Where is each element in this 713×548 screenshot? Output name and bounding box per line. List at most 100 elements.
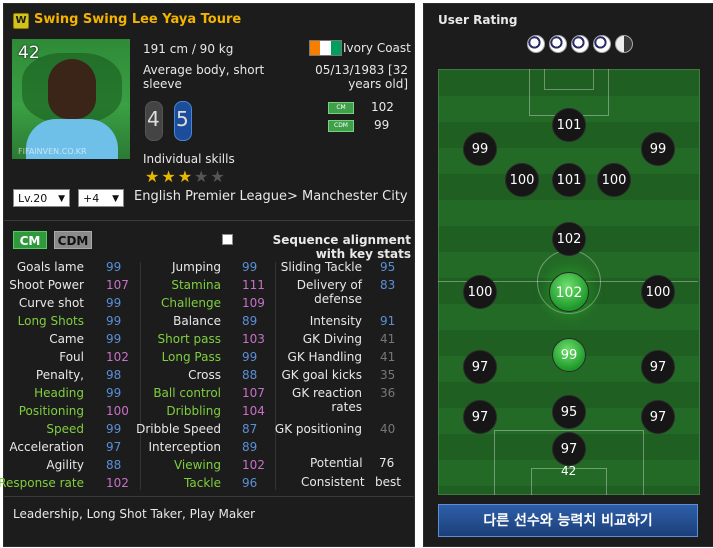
stat-value: 41 <box>380 332 396 346</box>
stat-name: Speed <box>46 422 84 436</box>
divider <box>4 220 414 221</box>
stat-name: GK Diving <box>302 332 362 346</box>
stat-value: 41 <box>380 350 396 364</box>
stat-row: Acceleration 97 <box>4 438 138 456</box>
stat-value: 98 <box>106 368 122 382</box>
stat-name: Cross <box>188 368 221 382</box>
compare-players-button[interactable]: 다른 선수와 능력치 비교하기 <box>438 504 698 537</box>
user-rating-balls <box>527 35 633 53</box>
stat-name: Acceleration <box>9 440 84 454</box>
weak-foot-value: 4 <box>147 107 160 131</box>
flag-stripe-green <box>330 41 341 55</box>
pitch-position-rm[interactable]: 100 <box>641 275 675 309</box>
soccer-ball-icon <box>571 35 589 53</box>
pitch-position-lw[interactable]: 99 <box>463 132 497 166</box>
pitch-position-cf[interactable]: 101 <box>552 163 586 197</box>
position-button-cdm[interactable]: CDM <box>54 231 92 249</box>
stat-row: Came 99 <box>4 330 138 348</box>
enhance-select[interactable]: +4 ▼ <box>78 189 124 207</box>
soccer-ball-icon <box>527 35 545 53</box>
stat-name: Positioning <box>18 404 84 418</box>
pitch-position-lwb[interactable]: 97 <box>463 350 497 384</box>
stat-name: GK goal kicks <box>281 368 362 382</box>
stat-value: 87 <box>242 422 258 436</box>
stat-row: GK Diving 41 <box>276 330 412 348</box>
stat-value: 102 <box>106 476 129 490</box>
stat-row: Curve shot 99 <box>4 294 138 312</box>
soccer-ball-icon <box>593 35 611 53</box>
stat-name: Tackle <box>184 476 221 490</box>
position-button-cm[interactable]: CM <box>13 231 47 249</box>
player-traits: Leadership, Long Shot Taker, Play Maker <box>13 507 256 521</box>
pitch-position-rwb[interactable]: 97 <box>641 350 675 384</box>
pitch-position-cm[interactable]: 102 <box>549 272 589 312</box>
photo-watermark: FIFAINVEN.CO.KR <box>18 147 87 156</box>
stat-value: 99 <box>106 332 122 346</box>
stat-name: Interception <box>148 440 222 454</box>
pitch-position-cam[interactable]: 102 <box>552 222 586 256</box>
stat-value: 89 <box>242 440 258 454</box>
stat-row: Stamina 111 <box>142 276 274 294</box>
stat-name: Response rate <box>0 476 84 490</box>
stat-row: Balance 89 <box>142 312 274 330</box>
stat-name: Intensity <box>309 314 362 328</box>
pitch-position-cb[interactable]: 95 <box>552 395 586 429</box>
pitch-position-st[interactable]: 101 <box>552 108 586 142</box>
stat-name: Penalty, <box>35 368 84 382</box>
pitch-position-lm[interactable]: 100 <box>463 275 497 309</box>
star-icon: ★ <box>161 167 176 186</box>
pitch-position-rb[interactable]: 97 <box>641 400 675 434</box>
stat-row: Shoot Power 107 <box>4 276 138 294</box>
sequence-checkbox[interactable] <box>222 234 233 245</box>
player-info-panel: W Swing Swing Lee Yaya Toure 42 FIFAINVE… <box>0 3 415 547</box>
stat-row: Response rate 102 <box>0 474 138 492</box>
stat-row: Speed 99 <box>4 420 138 438</box>
stat-row: GK reaction rates 36 <box>276 384 412 420</box>
nation-name: Ivory Coast <box>343 41 411 55</box>
pitch-position-rw[interactable]: 99 <box>641 132 675 166</box>
divider <box>4 496 414 497</box>
star-icon: ★ <box>145 167 160 186</box>
stat-row: Viewing 102 <box>142 456 274 474</box>
stat-name: GK Handling <box>287 350 362 364</box>
nation-flag-icon <box>309 40 342 56</box>
stat-value: 36 <box>380 386 396 400</box>
pitch-position-lb[interactable]: 97 <box>463 400 497 434</box>
stats-column-1: Goals lame 99 Shoot Power 107 Curve shot 99 Lo… <box>0 258 138 492</box>
stat-row: Challenge 109 <box>142 294 274 312</box>
player-overall: 42 <box>18 43 40 63</box>
stat-name: Short pass <box>157 332 222 346</box>
skill-stars: ★ ★ ★ ★ ★ <box>145 169 225 185</box>
flag-stripe-white <box>320 41 331 55</box>
stat-row: Ball control 107 <box>142 384 274 402</box>
stat-row: Short pass 103 <box>142 330 274 348</box>
stat-value: 104 <box>242 404 265 418</box>
stat-name: GK positioning <box>274 422 362 436</box>
stat-row: Dribble Speed 87 <box>136 420 274 438</box>
pitch-position-rcf[interactable]: 100 <box>597 163 631 197</box>
consistent-value: best <box>375 475 401 489</box>
stat-value: 99 <box>106 422 122 436</box>
stat-name: Agility <box>46 458 84 472</box>
stat-name: Stamina <box>171 278 221 292</box>
pitch-position-lcf[interactable]: 100 <box>505 163 539 197</box>
stat-value: 96 <box>242 476 258 490</box>
season-badge-icon: W <box>13 13 29 29</box>
pitch-position-cdm[interactable]: 99 <box>552 338 586 372</box>
top-goal-box <box>544 69 594 90</box>
stat-value: 100 <box>106 404 129 418</box>
stat-row: Penalty, 98 <box>4 366 138 384</box>
stat-value: 107 <box>106 278 129 292</box>
stat-name: Balance <box>173 314 221 328</box>
star-icon: ★ <box>194 167 209 186</box>
strong-foot-value: 5 <box>176 107 189 131</box>
enhance-value: +4 <box>83 192 100 205</box>
level-select[interactable]: Lv.20 ▼ <box>13 189 70 207</box>
star-icon: ★ <box>210 167 225 186</box>
stat-row: Foul 102 <box>4 348 138 366</box>
pitch-position-gk[interactable]: 97 <box>552 432 586 466</box>
player-name: Swing Swing Lee Yaya Toure <box>34 12 242 27</box>
flag-stripe-orange <box>310 41 321 55</box>
position-tag-cm: CM <box>328 102 354 114</box>
stat-value: 107 <box>242 386 265 400</box>
